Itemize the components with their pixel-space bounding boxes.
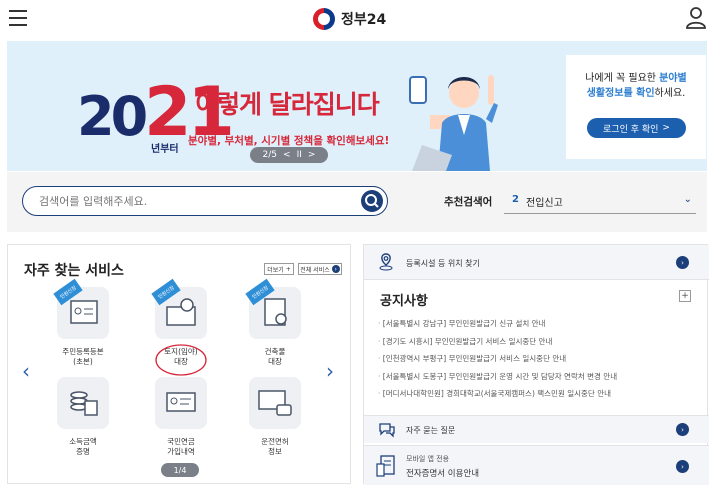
logo-text: 정부24 [341, 12, 387, 28]
banner-subtitle: 분야별, 부처별, 시기별 정책을 확인해보세요! [188, 135, 390, 147]
location-pin-icon [379, 253, 393, 271]
recommend-rank: 2 [512, 194, 519, 205]
mobile-certificate-row[interactable]: 모바일 앱 전용 전자증명서 이용안내 › [364, 445, 709, 485]
arrow-right-icon[interactable]: › [676, 460, 689, 473]
search-box [22, 186, 388, 216]
service-label: 건축물 대장 [264, 347, 286, 366]
services-pager: 1/4 [161, 463, 199, 477]
service-resident-registration[interactable]: 민원신청 주민등록등본 (초본) [48, 278, 118, 367]
notice-title: 공지사항 [380, 294, 428, 309]
person-illustration-icon [409, 75, 498, 171]
recommend-label: 추천검색어 [444, 196, 493, 208]
frequent-services-panel: 자주 찾는 서비스 더보기 + 전체 서비스 › ‹ › 민원신청 주민등록등본 … [7, 244, 351, 484]
notice-item[interactable]: [인천광역시 부평구] 무인민원발급기 서비스 일시중단 안내 [378, 350, 698, 368]
login-card: 나에게 꼭 필요한 분야별 생활정보를 확인하세요. 로그인 후 확인 > [566, 55, 706, 159]
coins-icon [57, 377, 109, 429]
chat-bubble-icon [379, 423, 395, 438]
building-document-icon: 민원신청 [245, 278, 301, 339]
notice-item[interactable]: [경기도 시흥시] 무인민원발급기 서비스 일시중단 안내 [378, 333, 698, 351]
banner-year-sub: 년부터 [151, 144, 179, 155]
banner-pager: 2/5 < II > [250, 147, 328, 163]
login-text-1: 나에게 꼭 필요한 [585, 73, 660, 84]
all-services-button[interactable]: 전체 서비스 › [298, 263, 342, 275]
search-icon [365, 194, 379, 208]
notice-list: [서울특별시 강남구] 무인민원발급기 신규 설치 안내 [경기도 시흥시] 무… [378, 315, 698, 403]
login-text-2-highlight: 생활정보를 확인 [586, 88, 655, 99]
arrow-right-icon[interactable]: › [676, 256, 689, 269]
service-label: 주민등록등본 (초본) [62, 347, 104, 366]
login-button-label: 로그인 후 확인 [603, 124, 659, 135]
government-emblem-icon [313, 8, 335, 30]
banner-prev-button[interactable]: < [283, 150, 291, 160]
map-pin-icon: 민원신청 [151, 278, 207, 339]
document-id-icon: 민원신청 [53, 278, 109, 339]
recommend-select[interactable]: 2 전입신고 ⌄ [504, 188, 696, 214]
promo-banner[interactable]: 2021 년부터 이렇게 달라집니다 분야별, 부처별, 시기별 정책을 확인해… [7, 41, 707, 171]
all-services-label: 전체 서비스 [300, 266, 330, 274]
banner-year-prefix: 20 [77, 85, 148, 148]
arrow-right-icon: › [331, 265, 340, 273]
mobile-line-2: 전자증명서 이용안내 [406, 469, 480, 479]
login-card-text: 나에게 꼭 필요한 분야별 생활정보를 확인하세요. [566, 71, 706, 101]
car-license-icon [249, 377, 301, 429]
login-text-2: 하세요. [654, 88, 686, 99]
red-circle-annotation [155, 344, 207, 376]
services-title: 자주 찾는 서비스 [24, 263, 124, 279]
banner-headline: 이렇게 달라집니다 [195, 90, 380, 119]
site-logo[interactable]: 정부24 [313, 4, 386, 34]
search-button[interactable] [361, 190, 383, 212]
service-label: 운전면허 정보 [261, 437, 289, 456]
services-prev-button[interactable]: ‹ [22, 359, 30, 383]
faq-label: 자주 묻는 질문 [406, 426, 456, 435]
top-header: 정부24 [0, 0, 715, 38]
arrow-right-icon[interactable]: › [676, 423, 689, 436]
chevron-right-icon: > [662, 123, 670, 133]
right-panel: 등록시설 등 위치 찾기 › 공지사항 + [서울특별시 강남구] 무인민원발급… [363, 244, 709, 485]
login-button[interactable]: 로그인 후 확인 > [587, 118, 686, 138]
faq-row[interactable]: 자주 묻는 질문 › [364, 415, 709, 443]
notice-more-button[interactable]: + [679, 290, 691, 302]
facility-finder-row[interactable]: 등록시설 등 위치 찾기 › [364, 245, 709, 280]
services-next-button[interactable]: › [326, 359, 334, 383]
chevron-down-icon[interactable]: ⌄ [684, 194, 692, 205]
id-card-icon [155, 377, 207, 429]
plus-icon: + [285, 265, 291, 273]
notice-item[interactable]: [머디서나대학민원] 경희대학교(서울국제캠퍼스) 팩스민원 일시중단 안내 [378, 385, 698, 403]
search-section: 추천검색어 2 전입신고 ⌄ [7, 172, 707, 232]
more-button-label: 더보기 [267, 266, 284, 274]
notice-item[interactable]: [서울특별시 도봉구] 무인민원발급기 운영 시간 및 담당자 연락처 변경 안… [378, 368, 698, 386]
service-building-register[interactable]: 민원신청 건축물 대장 [240, 278, 310, 367]
mobile-line-1: 모바일 앱 전용 [406, 455, 450, 463]
banner-pager-count: 2/5 [262, 150, 278, 160]
notice-item[interactable]: [서울특별시 강남구] 무인민원발급기 신규 설치 안내 [378, 315, 698, 333]
recommend-value[interactable]: 전입신고 [526, 194, 563, 209]
more-button[interactable]: 더보기 + [264, 263, 294, 275]
service-label: 소득금액 증명 [69, 437, 97, 456]
banner-pause-button[interactable]: II [297, 150, 302, 160]
login-text-1-highlight: 분야별 [659, 73, 687, 84]
service-income-certificate[interactable]: 소득금액 증명 [48, 377, 118, 457]
facility-label: 등록시설 등 위치 찾기 [406, 259, 480, 268]
banner-next-button[interactable]: > [308, 150, 316, 160]
mobile-document-icon [376, 455, 395, 477]
menu-icon[interactable] [7, 7, 31, 29]
service-label: 국민연금 가입내역 [167, 437, 195, 456]
service-driver-license[interactable]: 운전면허 정보 [240, 377, 310, 457]
search-input[interactable] [39, 192, 339, 210]
service-national-pension[interactable]: 국민연금 가입내역 [146, 377, 216, 457]
user-icon[interactable] [685, 6, 707, 30]
